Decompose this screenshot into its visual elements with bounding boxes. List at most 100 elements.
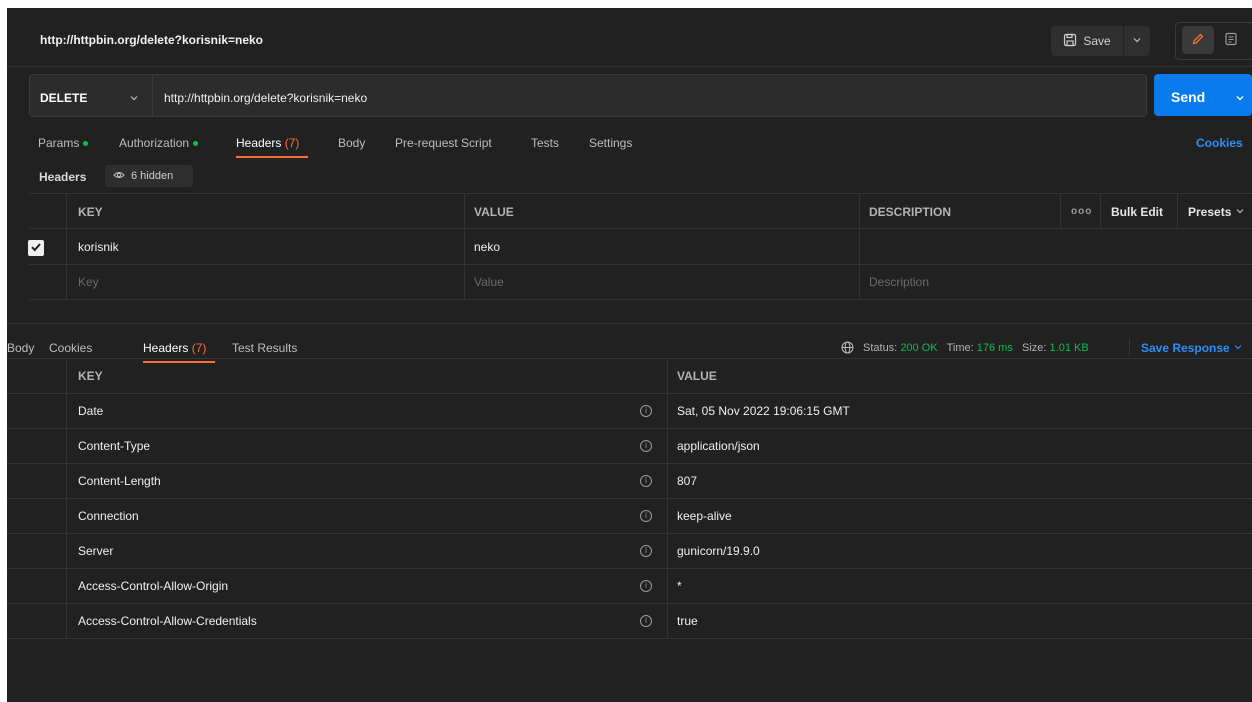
save-label: Save <box>1083 34 1111 48</box>
response-header-key: Connection <box>78 509 139 523</box>
response-header-key: Content-Type <box>78 439 151 453</box>
tab-authorization[interactable]: Authorization <box>119 136 199 150</box>
info-icon[interactable]: i <box>640 615 652 627</box>
column-divider <box>667 358 668 638</box>
table-border <box>7 498 1252 499</box>
table-border <box>7 568 1252 569</box>
status-value: 200 OK <box>900 342 938 354</box>
save-response-button[interactable]: Save Response <box>1141 341 1243 355</box>
info-icon[interactable]: i <box>640 510 652 522</box>
tab-body[interactable]: Body <box>338 136 365 150</box>
table-border <box>7 393 1252 394</box>
chevron-down-icon[interactable] <box>1235 92 1245 106</box>
save-button[interactable]: Save <box>1051 26 1123 56</box>
info-icon[interactable]: i <box>640 475 652 487</box>
header-value-field[interactable]: neko <box>474 240 500 254</box>
new-description-input[interactable]: Description <box>869 275 929 289</box>
table-border <box>7 358 1252 359</box>
table-border <box>7 463 1252 464</box>
save-dropdown-button[interactable] <box>1124 26 1150 56</box>
column-header-key: KEY <box>78 205 103 219</box>
column-divider <box>1060 193 1061 228</box>
response-header-key: Content-Length <box>78 474 161 488</box>
chevron-down-icon <box>1233 341 1243 355</box>
column-header-description: DESCRIPTION <box>869 205 952 219</box>
status-divider <box>1129 338 1130 356</box>
globe-icon[interactable] <box>841 341 854 357</box>
table-border <box>29 299 1252 300</box>
document-icon <box>1224 32 1238 49</box>
response-tab-cookies[interactable]: Cookies <box>49 341 92 355</box>
column-divider <box>1177 193 1178 228</box>
column-divider <box>859 193 860 299</box>
column-divider <box>66 358 67 638</box>
chevron-down-icon <box>129 92 139 106</box>
url-text: http://httpbin.org/delete?korisnik=neko <box>164 91 368 105</box>
response-tab-test-results[interactable]: Test Results <box>232 341 297 355</box>
response-header-key: Date <box>78 404 104 418</box>
time-value: 176 ms <box>976 342 1013 354</box>
response-tab-body[interactable]: Body <box>7 341 34 355</box>
chevron-down-icon <box>1235 205 1245 219</box>
header-key-field[interactable]: korisnik <box>78 240 119 254</box>
checkmark-icon <box>30 241 42 256</box>
tab-headers[interactable]: Headers (7) <box>236 136 299 150</box>
table-border <box>7 428 1252 429</box>
eye-icon <box>113 170 125 183</box>
column-divider <box>66 193 67 299</box>
send-label: Send <box>1171 89 1206 105</box>
new-key-input[interactable]: Key <box>78 275 99 289</box>
params-indicator-dot <box>83 141 89 147</box>
headers-count: (7) <box>284 136 300 150</box>
response-column-header-key: KEY <box>78 369 103 383</box>
active-tab-indicator <box>236 156 308 158</box>
response-headers-count: (7) <box>191 341 207 355</box>
tab-tests[interactable]: Tests <box>531 136 559 150</box>
cookies-link[interactable]: Cookies <box>1196 136 1243 150</box>
response-header-key: Access-Control-Allow-Origin <box>78 579 229 593</box>
pencil-icon <box>1191 32 1205 49</box>
table-border <box>7 533 1252 534</box>
bulk-edit-button[interactable]: Bulk Edit <box>1111 205 1163 219</box>
table-border <box>29 193 1252 194</box>
tab-pre-request-script[interactable]: Pre-request Script <box>395 136 492 150</box>
info-icon[interactable]: i <box>640 545 652 557</box>
response-header-value: Sat, 05 Nov 2022 19:06:15 GMT <box>677 404 850 418</box>
info-icon[interactable]: i <box>640 405 652 417</box>
response-header-value: keep-alive <box>677 509 732 523</box>
tab-params[interactable]: Params <box>38 136 89 150</box>
response-header-value: application/json <box>677 439 760 453</box>
response-header-value: * <box>677 579 682 593</box>
tab-settings[interactable]: Settings <box>589 136 632 150</box>
table-border <box>7 603 1252 604</box>
presets-button[interactable]: Presets <box>1188 205 1245 219</box>
info-icon[interactable]: i <box>640 580 652 592</box>
header-enabled-checkbox[interactable] <box>28 240 44 256</box>
hidden-count: 6 hidden <box>131 170 174 182</box>
response-header-value: gunicorn/19.9.0 <box>677 544 760 558</box>
active-response-tab-indicator <box>143 361 215 363</box>
column-header-value: VALUE <box>474 205 514 219</box>
response-tab-headers[interactable]: Headers (7) <box>143 341 206 355</box>
response-header-value: 807 <box>677 474 698 488</box>
response-header-value: true <box>677 614 698 628</box>
documentation-button[interactable] <box>1217 26 1245 54</box>
chevron-down-icon <box>1132 34 1142 48</box>
save-icon <box>1063 33 1077 50</box>
response-header-key: Server <box>78 544 114 558</box>
request-title[interactable]: http://httpbin.org/delete?korisnik=neko <box>40 33 263 47</box>
info-icon[interactable]: i <box>640 440 652 452</box>
edit-mode-button[interactable] <box>1182 26 1214 54</box>
table-border <box>7 638 1252 639</box>
response-column-header-value: VALUE <box>677 369 717 383</box>
postman-window: http://httpbin.org/delete?korisnik=neko … <box>7 8 1252 702</box>
more-options-button[interactable]: ooo <box>1071 206 1092 217</box>
headers-section-label: Headers <box>39 170 87 184</box>
method-label: DELETE <box>40 91 88 105</box>
hidden-headers-toggle[interactable]: 6 hidden <box>105 165 193 187</box>
table-border <box>29 264 1252 265</box>
new-value-input[interactable]: Value <box>474 275 504 289</box>
column-divider <box>464 193 465 299</box>
response-divider <box>7 323 1252 324</box>
column-divider <box>1100 193 1101 228</box>
